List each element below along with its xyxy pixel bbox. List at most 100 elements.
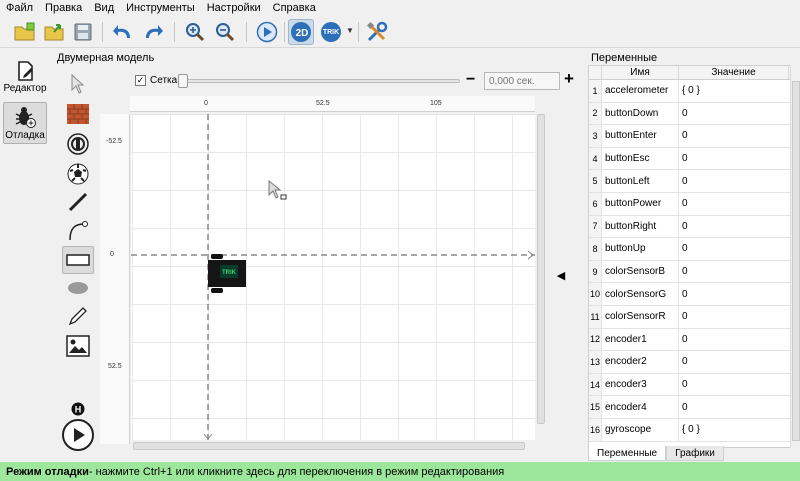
save-button[interactable] — [70, 19, 96, 45]
menu-settings[interactable]: Настройки — [207, 2, 261, 14]
mode-bar: Редактор Отладка — [0, 50, 50, 460]
chevron-down-icon[interactable]: ▼ — [346, 26, 354, 35]
redo-button[interactable] — [140, 19, 166, 45]
table-row[interactable]: 10 colorSensorG 0 — [589, 283, 799, 306]
grid-checkbox[interactable]: ✓ — [135, 75, 146, 86]
svg-text:TRIK: TRIK — [222, 270, 237, 276]
image-tool[interactable] — [62, 332, 94, 360]
variable-name: encoder3 — [602, 373, 679, 396]
variable-value[interactable]: 0 — [679, 373, 799, 396]
settings-tools-button[interactable] — [364, 19, 390, 45]
row-number: 4 — [589, 147, 602, 170]
scene-vertical-scrollbar[interactable] — [536, 112, 546, 442]
variable-value[interactable]: { 0 } — [679, 80, 799, 102]
open-button[interactable] — [42, 19, 68, 45]
table-row[interactable]: 5 buttonLeft 0 — [589, 170, 799, 193]
rectangle-tool[interactable] — [62, 246, 94, 274]
image-icon — [66, 335, 90, 357]
bezier-tool[interactable] — [62, 217, 94, 245]
column-value-header[interactable]: Значение — [679, 66, 789, 79]
vertical-ruler: -52.5 0 52.5 — [100, 114, 130, 444]
table-row[interactable]: 7 buttonRight 0 — [589, 215, 799, 239]
start-simulation-button[interactable] — [62, 418, 94, 452]
table-row[interactable]: 11 colorSensorR 0 — [589, 305, 799, 329]
variable-value[interactable]: 0 — [679, 328, 799, 351]
table-row[interactable]: 4 buttonEsc 0 — [589, 147, 799, 171]
2d-scene-canvas[interactable]: TRIK — [131, 114, 535, 440]
simulation-time-field[interactable] — [484, 72, 560, 90]
variable-value[interactable]: 0 — [679, 260, 799, 283]
scene-horizontal-scrollbar[interactable] — [131, 441, 535, 451]
line-tool[interactable] — [62, 188, 94, 216]
menu-edit[interactable]: Правка — [45, 2, 82, 14]
main-toolbar: 2D TRIK ▼ — [0, 16, 800, 48]
variable-value[interactable]: 0 — [679, 147, 799, 170]
row-number: 11 — [589, 305, 602, 328]
pencil-tool[interactable] — [62, 302, 94, 330]
grid-checkbox-wrap[interactable]: ✓ Сетка — [135, 75, 177, 86]
variable-value[interactable]: 0 — [679, 215, 799, 238]
table-row[interactable]: 9 colorSensorB 0 — [589, 260, 799, 284]
variable-value[interactable]: 0 — [679, 238, 799, 260]
undo-button[interactable] — [110, 19, 136, 45]
plus-icon[interactable]: + — [564, 69, 574, 89]
variables-scrollbar[interactable] — [790, 65, 800, 448]
menu-help[interactable]: Справка — [273, 2, 316, 14]
column-name-header[interactable]: Имя — [602, 66, 679, 79]
pointer-tool[interactable] — [62, 70, 94, 98]
collapse-panel-button[interactable]: ◀ — [548, 262, 574, 288]
table-row[interactable]: 2 buttonDown 0 — [589, 102, 799, 126]
tab-variables[interactable]: Переменные — [588, 446, 667, 461]
row-number: 12 — [589, 328, 602, 351]
table-row[interactable]: 1 accelerometer{ 0 } — [589, 80, 799, 103]
debug-mode-button[interactable]: Отладка — [3, 102, 47, 144]
variable-value[interactable]: 0 — [679, 170, 799, 192]
menu-file[interactable]: Файл — [6, 2, 33, 14]
row-number: 1 — [589, 80, 602, 102]
menu-view[interactable]: Вид — [94, 2, 114, 14]
zoom-out-button[interactable] — [212, 19, 238, 45]
tab-graphs[interactable]: Графики — [666, 446, 724, 461]
table-row[interactable]: 12 encoder1 0 — [589, 328, 799, 352]
scene-axes — [131, 114, 535, 440]
variables-table-header: Имя Значение — [589, 66, 799, 80]
table-row[interactable]: 16 gyroscope{ 0 } — [589, 418, 799, 442]
table-row[interactable]: 3 buttonEnter 0 — [589, 125, 799, 148]
menu-tools[interactable]: Инструменты — [126, 2, 195, 14]
variable-name: encoder4 — [602, 396, 679, 418]
rectangle-icon — [66, 254, 90, 266]
wall-tool[interactable] — [62, 100, 94, 128]
editor-mode-button[interactable]: Редактор — [3, 58, 47, 100]
grid-size-slider[interactable] — [178, 79, 460, 83]
row-number: 7 — [589, 215, 602, 238]
variable-value[interactable]: 0 — [679, 305, 799, 328]
new-project-button[interactable] — [12, 19, 38, 45]
variable-value[interactable]: 0 — [679, 396, 799, 418]
variable-value[interactable]: 0 — [679, 125, 799, 147]
minus-icon[interactable]: − — [466, 71, 475, 89]
variable-value[interactable]: { 0 } — [679, 418, 799, 441]
table-row[interactable]: 8 buttonUp 0 — [589, 238, 799, 261]
table-row[interactable]: 15 encoder4 0 — [589, 396, 799, 419]
row-number: 16 — [589, 418, 602, 441]
variables-tabs: Переменные Графики — [588, 446, 724, 462]
zoom-in-button[interactable] — [182, 19, 208, 45]
run-button[interactable] — [254, 19, 280, 45]
table-row[interactable]: 6 buttonPower 0 — [589, 192, 799, 216]
ball-tool[interactable] — [62, 160, 94, 188]
trik-robot[interactable]: TRIK — [208, 254, 246, 294]
variable-value[interactable]: 0 — [679, 102, 799, 125]
variable-value[interactable]: 0 — [679, 192, 799, 215]
ruler-h-tick: 0 — [204, 100, 208, 107]
2d-model-button[interactable]: 2D — [288, 19, 314, 45]
trik-robot-button[interactable]: TRIK — [318, 19, 344, 45]
ellipse-tool[interactable] — [62, 274, 94, 302]
skittle-tool[interactable] — [62, 130, 94, 158]
variable-value[interactable]: 0 — [679, 283, 799, 305]
status-mode: Режим отладки — [6, 465, 89, 478]
status-bar[interactable]: Режим отладки - нажмите Ctrl+1 или кликн… — [0, 462, 800, 481]
table-row[interactable]: 13 encoder2 0 — [589, 351, 799, 374]
variable-value[interactable]: 0 — [679, 351, 799, 373]
table-row[interactable]: 14 encoder3 0 — [589, 373, 799, 397]
grid-size-slider-handle[interactable] — [178, 74, 188, 88]
